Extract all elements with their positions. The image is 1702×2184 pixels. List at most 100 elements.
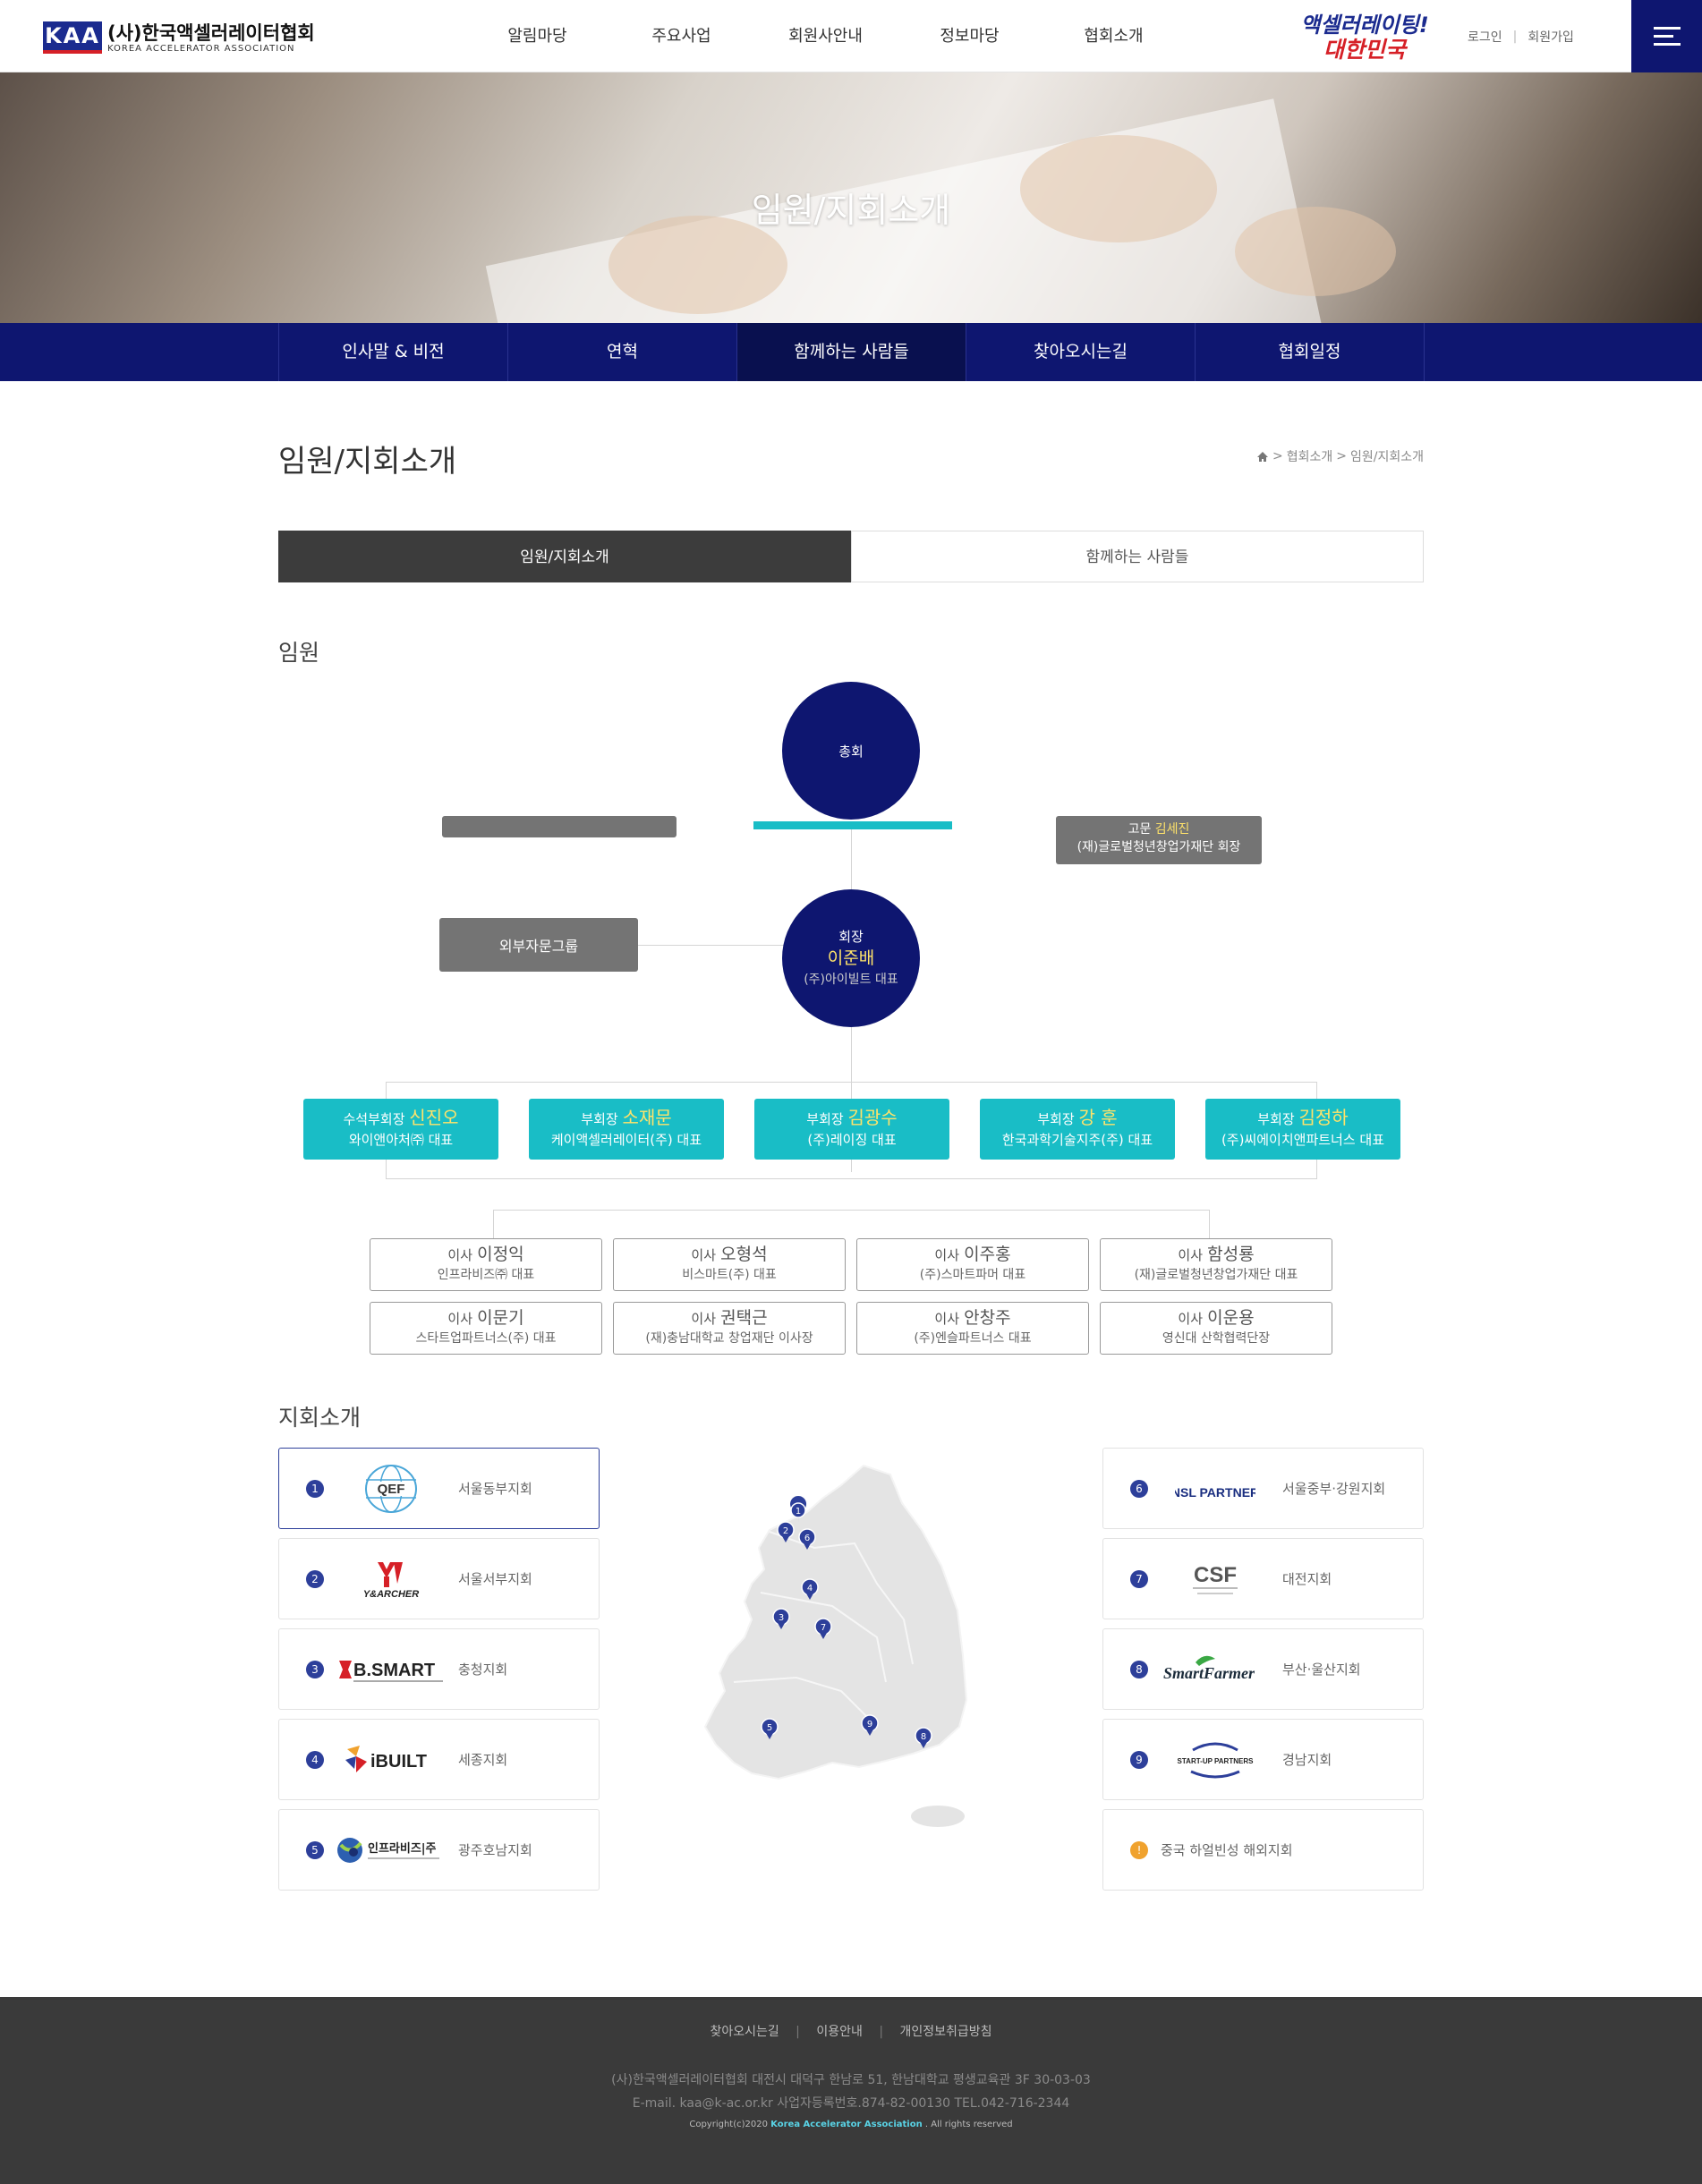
- branch-logo-text: Y&ARCHER: [363, 1589, 419, 1600]
- branch-card[interactable]: 7 CSF 대전지회: [1102, 1538, 1424, 1619]
- president-node[interactable]: 회장 이준배 (주)아이빌트 대표: [782, 889, 920, 1027]
- gnb-item-info[interactable]: 정보마당: [898, 0, 1042, 72]
- vp-name: 김정하: [1298, 1107, 1349, 1128]
- branch-number-badge: 4: [306, 1750, 324, 1769]
- page-title: 임원/지회소개: [278, 444, 457, 480]
- footer-copyright: Copyright(c)2020 Korea Accelerator Assoc…: [0, 2120, 1702, 2129]
- gnb-item-notice[interactable]: 알림마당: [465, 0, 609, 72]
- gnb-item-about[interactable]: 협회소개: [1042, 0, 1186, 72]
- president-title: 회장: [838, 929, 864, 945]
- director-card[interactable]: 이사 권택근 (재)충남대학교 창업재단 이사장: [613, 1302, 846, 1355]
- branch-card[interactable]: ! 중국 하얼빈성 해외지회: [1102, 1809, 1424, 1891]
- vp-title: 부회장: [581, 1111, 618, 1127]
- tab-executives[interactable]: 임원/지회소개: [278, 531, 851, 582]
- branch-logo: CSF: [1157, 1552, 1273, 1606]
- branch-number-badge: 6: [1130, 1479, 1148, 1498]
- home-icon[interactable]: [1256, 451, 1269, 463]
- org-connector-line: [1209, 1210, 1210, 1238]
- hamburger-menu-button[interactable]: [1631, 0, 1702, 72]
- director-name: 이정익: [477, 1245, 524, 1264]
- breadcrumb-item[interactable]: 협회소개: [1287, 447, 1333, 465]
- gnb-item-business[interactable]: 주요사업: [609, 0, 753, 72]
- vice-president-card[interactable]: 부회장 김광수 (주)레이징 대표: [754, 1099, 949, 1160]
- director-name: 이주홍: [964, 1245, 1011, 1264]
- advisor-box[interactable]: 고문 김세진 (재)글로벌청년창업가재단 회장: [1056, 816, 1262, 864]
- advisor-title: 고문: [1128, 822, 1152, 837]
- branch-card[interactable]: 3 B.SMART 충청지회: [278, 1628, 600, 1710]
- director-card[interactable]: 이사 함성룡 (재)글로벌청년창업가재단 대표: [1100, 1238, 1332, 1291]
- subnav-schedule[interactable]: 협회일정: [1196, 323, 1425, 381]
- site-footer: 찾아오시는길 | 이용안내 | 개인정보취급방침 (사)한국액셀러레이터협회 대…: [0, 1997, 1702, 2184]
- director-company: 영신대 산학협력단장: [1162, 1331, 1271, 1346]
- vice-president-card[interactable]: 부회장 강 훈 한국과학기술지주(주) 대표: [980, 1099, 1175, 1160]
- director-title: 이사: [1178, 1311, 1204, 1327]
- footer-link-terms[interactable]: 이용안내: [816, 2025, 863, 2039]
- jeju-island-shape: [911, 1806, 965, 1827]
- branch-card[interactable]: 1 QEF 서울동부지회: [278, 1448, 600, 1529]
- site-logo[interactable]: KAA (사)한국액셀러레이터협회 KOREA ACCELERATOR ASSO…: [43, 20, 315, 55]
- vice-president-card[interactable]: 부회장 소재문 케이액셀러레이터(주) 대표: [529, 1099, 724, 1160]
- advisor-company: (재)글로벌청년창업가재단 회장: [1077, 840, 1241, 854]
- map-pin-label: 2: [783, 1526, 788, 1536]
- director-card[interactable]: 이사 이문기 스타트업파트너스(주) 대표: [370, 1302, 602, 1355]
- copyright-suffix: . All rights reserved: [924, 2120, 1013, 2129]
- general-meeting-label: 총회: [838, 743, 864, 760]
- director-card[interactable]: 이사 안창주 (주)엔슬파트너스 대표: [856, 1302, 1089, 1355]
- director-card[interactable]: 이사 이주홍 (주)스마트파머 대표: [856, 1238, 1089, 1291]
- footer-link-directions[interactable]: 찾아오시는길: [710, 2025, 779, 2039]
- director-name: 오형석: [720, 1245, 768, 1264]
- subnav-history[interactable]: 연혁: [508, 323, 737, 381]
- hero-banner: 임원/지회소개: [0, 72, 1702, 323]
- sub-navigation: 인사말 & 비전 연혁 함께하는 사람들 찾아오시는길 협회일정: [0, 323, 1702, 381]
- branch-number-badge: 8: [1130, 1660, 1148, 1678]
- branch-card[interactable]: 4 iBUILT 세종지회: [278, 1719, 600, 1800]
- director-card[interactable]: 이사 이정익 인프라비즈㈜ 대표: [370, 1238, 602, 1291]
- branch-logo: 인프라비즈|주: [333, 1823, 449, 1877]
- external-advisory-group[interactable]: 외부자문그룹: [439, 918, 638, 972]
- join-link[interactable]: 회원가입: [1528, 28, 1574, 46]
- vice-president-card[interactable]: 수석부회장 신진오 와이앤아처㈜ 대표: [303, 1099, 498, 1160]
- branch-name: 서울중부·강원지회: [1282, 1481, 1386, 1497]
- branch-name: 충청지회: [458, 1661, 508, 1678]
- director-card[interactable]: 이사 오형석 비스마트(주) 대표: [613, 1238, 846, 1291]
- site-header: KAA (사)한국액셀러레이터협회 KOREA ACCELERATOR ASSO…: [0, 0, 1702, 72]
- copyright-prefix: Copyright(c)2020: [689, 2120, 768, 2129]
- branch-logo-text: SmartFarmer: [1163, 1664, 1255, 1682]
- hero-title: 임원/지회소개: [751, 191, 951, 230]
- president-company: (주)아이빌트 대표: [804, 973, 898, 987]
- branch-logo: SmartFarmer: [1157, 1643, 1273, 1696]
- branch-logo: ENSL PARTNERS: [1157, 1462, 1273, 1516]
- branch-card[interactable]: 8 SmartFarmer 부산·울산지회: [1102, 1628, 1424, 1710]
- tab-people[interactable]: 함께하는 사람들: [851, 531, 1424, 582]
- director-card[interactable]: 이사 이운용 영신대 산학협력단장: [1100, 1302, 1332, 1355]
- branch-logo: START-UP PARTNERS: [1157, 1733, 1273, 1787]
- breadcrumb: > 협회소개 > 임원/지회소개: [1235, 447, 1424, 465]
- external-group-label: 외부자문그룹: [498, 938, 579, 955]
- vice-president-card[interactable]: 부회장 김정하 (주)씨에이치앤파트너스 대표: [1205, 1099, 1400, 1160]
- footer-address-block: (사)한국액셀러레이터협회 대전시 대덕구 한남로 51, 한남대학교 평생교육…: [0, 2069, 1702, 2115]
- login-link[interactable]: 로그인: [1468, 28, 1502, 46]
- logo-korean-name: (사)한국액셀러레이터협회: [107, 21, 315, 44]
- general-meeting-node[interactable]: 총회: [782, 682, 920, 820]
- map-pin-label: 3: [779, 1613, 784, 1623]
- footer-link-privacy[interactable]: 개인정보취급방침: [900, 2025, 992, 2039]
- globe-logo-icon: QEF: [365, 1464, 417, 1513]
- subnav-people[interactable]: 함께하는 사람들: [737, 323, 966, 381]
- branch-name: 서울동부지회: [458, 1481, 532, 1497]
- branch-card[interactable]: 5 인프라비즈|주 광주호남지회: [278, 1809, 600, 1891]
- breadcrumb-item[interactable]: 임원/지회소개: [1350, 447, 1424, 465]
- org-connector-line: [636, 945, 785, 946]
- branch-number-badge: 2: [306, 1569, 324, 1588]
- director-title: 이사: [447, 1311, 473, 1327]
- subnav-greeting[interactable]: 인사말 & 비전: [279, 323, 508, 381]
- branch-card[interactable]: 9 START-UP PARTNERS 경남지회: [1102, 1719, 1424, 1800]
- bsmart-logo-icon: B.SMART: [338, 1660, 443, 1682]
- logo-mark: KAA: [43, 21, 102, 54]
- branch-card[interactable]: 6 ENSL PARTNERS 서울중부·강원지회: [1102, 1448, 1424, 1529]
- branch-card[interactable]: 2 Y&ARCHER 서울서부지회: [278, 1538, 600, 1619]
- director-company: (재)글로벌청년창업가재단 대표: [1134, 1268, 1298, 1282]
- subnav-directions[interactable]: 찾아오시는길: [966, 323, 1196, 381]
- branch-name: 세종지회: [458, 1752, 508, 1768]
- gnb-item-members[interactable]: 회원사안내: [753, 0, 898, 72]
- org-connector-line: [386, 1178, 1317, 1179]
